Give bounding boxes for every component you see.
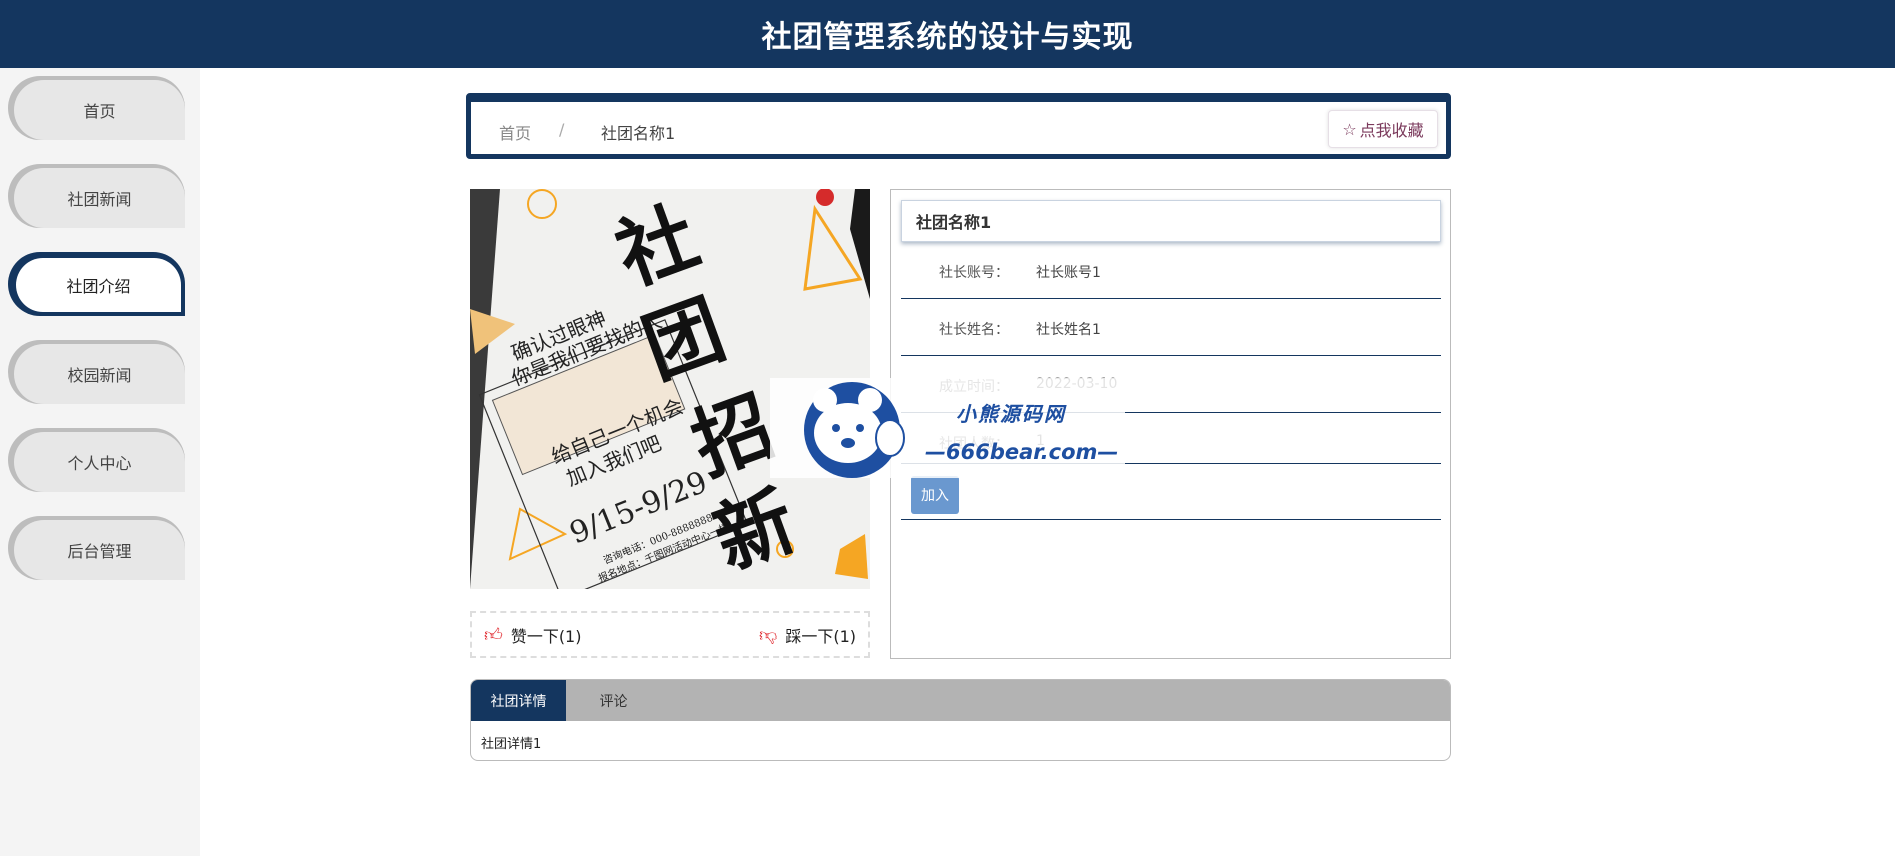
sidebar-item-club-news[interactable]: 社团新闻 (8, 164, 185, 228)
sidebar-item-label: 个人中心 (14, 432, 185, 492)
info-key: 社长姓名： (939, 322, 1009, 338)
info-key: 社长账号： (939, 265, 1009, 281)
thumbs-down-icon: 👎︎ (759, 624, 778, 646)
favorite-button-label: 点我收藏 (1359, 121, 1424, 140)
info-value: 社长账号1 (1036, 265, 1101, 281)
club-name: 社团名称1 (901, 200, 1441, 242)
info-row-leader-account: 社长账号： 社长账号1 (901, 242, 1441, 299)
top-header: 社团管理系统的设计与实现 (0, 0, 1895, 68)
bear-logo-icon (804, 382, 905, 478)
breadcrumb-home[interactable]: 首页 (499, 120, 531, 144)
tab-strip: 社团详情 评论 (471, 680, 1450, 721)
star-icon: ☆ (1342, 119, 1357, 139)
breadcrumb-separator: / (559, 120, 565, 139)
info-row-leader-name: 社长姓名： 社长姓名1 (901, 299, 1441, 356)
sidebar: 首页 社团新闻 社团介绍 校园新闻 个人中心 后台管理 (0, 68, 200, 856)
watermark-site: —666bear.com— (925, 440, 1119, 464)
sidebar-item-label: 社团介绍 (16, 258, 181, 312)
sidebar-item-club-intro[interactable]: 社团介绍 (8, 252, 185, 316)
join-button[interactable]: 加入 (911, 476, 959, 514)
vote-bar: 👍︎ 赞一下(1) 👎︎ 踩一下(1) (470, 611, 870, 658)
info-value: 社长姓名1 (1036, 322, 1101, 338)
dislike-label: 踩一下(1) (785, 626, 856, 646)
watermark-name: 小熊源码网 (956, 402, 1066, 426)
breadcrumb: 首页 / 社团名称1 ☆ 点我收藏 (466, 93, 1451, 159)
tab-content: 社团详情1 (481, 737, 542, 752)
sidebar-item-campus-news[interactable]: 校园新闻 (8, 340, 185, 404)
detail-tabs: 社团详情 评论 社团详情1 (470, 679, 1451, 761)
tab-club-details[interactable]: 社团详情 (471, 680, 566, 721)
like-label: 赞一下(1) (510, 626, 582, 646)
like-button[interactable]: 👍︎ 赞一下(1) (484, 623, 581, 647)
watermark: 小熊源码网 —666bear.com— (770, 378, 1125, 478)
thumbs-up-icon: 👍︎ (484, 624, 503, 646)
sidebar-item-label: 社团新闻 (14, 168, 185, 228)
sidebar-item-home[interactable]: 首页 (8, 76, 185, 140)
breadcrumb-current: 社团名称1 (601, 124, 676, 143)
sidebar-item-personal-center[interactable]: 个人中心 (8, 428, 185, 492)
sidebar-item-admin[interactable]: 后台管理 (8, 516, 185, 580)
tab-comments[interactable]: 评论 (566, 680, 661, 721)
page-title: 社团管理系统的设计与实现 (761, 20, 1134, 55)
sidebar-item-label: 校园新闻 (14, 344, 185, 404)
sidebar-item-label: 后台管理 (14, 520, 185, 580)
dislike-button[interactable]: 👎︎ 踩一下(1) (759, 623, 856, 647)
favorite-button[interactable]: ☆ 点我收藏 (1328, 110, 1438, 148)
sidebar-item-label: 首页 (14, 80, 185, 140)
